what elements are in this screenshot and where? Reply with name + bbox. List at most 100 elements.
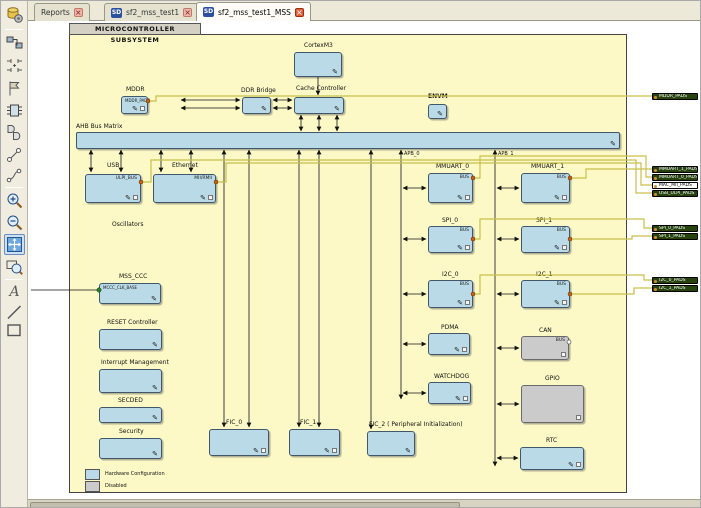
edit-icon[interactable]: ✎ <box>457 299 463 307</box>
block-reset-controller[interactable]: ✎ <box>99 329 162 350</box>
tab-label: sf2_mss_test1_MSS <box>218 8 291 17</box>
block-ethernet[interactable]: MII/RMII ✎ <box>153 174 216 203</box>
block-mddr[interactable]: MDDR_PADS ✎ <box>121 96 148 114</box>
label-apb0: APB_0 <box>404 151 420 157</box>
tab-label: Reports <box>41 8 70 17</box>
label-rtc: RTC <box>546 437 557 444</box>
edit-icon[interactable]: ✎ <box>568 461 574 469</box>
legend-disabled-swatch <box>85 481 100 492</box>
block-gpio[interactable] <box>521 385 584 423</box>
legend-hardware-swatch <box>85 469 100 480</box>
block-ddr-bridge[interactable]: ✎ <box>242 97 271 114</box>
block-watchdog[interactable]: ✎ <box>428 382 471 404</box>
module-pins-icon[interactable] <box>4 100 25 121</box>
config-indicator <box>465 245 470 250</box>
edit-icon[interactable]: ✎ <box>152 341 158 349</box>
config-indicator <box>465 195 470 200</box>
firmware-catalog-icon[interactable] <box>4 4 25 25</box>
block-cortexm3[interactable]: ✎ <box>294 52 342 77</box>
edit-icon[interactable]: ✎ <box>457 194 463 202</box>
pad-mac-mii[interactable]: MAC_MII_PADS <box>652 182 698 189</box>
pad-i2c1[interactable]: I2C_1_PADS <box>652 285 698 292</box>
connect-mode-icon[interactable] <box>4 55 25 76</box>
pad-spi0[interactable]: SPI_0_PADS <box>652 225 698 232</box>
edit-icon[interactable]: ✎ <box>253 447 259 455</box>
pad-i2c0[interactable]: I2C_0_PADS <box>652 277 698 284</box>
edit-icon[interactable]: ✎ <box>455 395 461 403</box>
edit-icon[interactable]: ✎ <box>610 140 616 148</box>
edit-icon[interactable]: ✎ <box>334 105 340 113</box>
pin-label: BUS <box>557 282 566 287</box>
block-fic2[interactable]: ✎ <box>367 431 415 456</box>
block-mss-ccc[interactable]: MCCC_CLK_BASE ✎ <box>99 283 161 304</box>
edit-icon[interactable]: ✎ <box>132 105 138 113</box>
add-component-icon[interactable] <box>4 32 25 53</box>
block-fic1[interactable]: ✎ <box>289 429 340 456</box>
block-cache-controller[interactable]: ✎ <box>294 97 344 114</box>
edit-icon[interactable]: ✎ <box>261 105 267 113</box>
block-can[interactable]: BUS <box>521 336 569 360</box>
text-tool-icon[interactable]: A <box>4 281 25 302</box>
zoom-in-icon[interactable] <box>4 190 25 211</box>
tab-sf2-mss-test1-mss[interactable]: SD sf2_mss_test1_MSS × <box>196 2 311 21</box>
pad-mmuart1[interactable]: MMUART_1_PADS <box>652 166 698 173</box>
block-spi0[interactable]: BUS ✎ <box>428 226 473 253</box>
tab-sf2-mss-test1[interactable]: SD sf2_mss_test1 × <box>104 3 199 21</box>
edit-icon[interactable]: ✎ <box>151 295 157 303</box>
block-i2c1[interactable]: BUS ✎ <box>521 280 570 308</box>
edit-icon[interactable]: ✎ <box>437 110 443 118</box>
block-usb[interactable]: ULPI_BUS ✎ <box>85 174 141 203</box>
block-envm[interactable]: ✎ <box>428 104 447 119</box>
block-fic0[interactable]: ✎ <box>209 429 269 456</box>
block-mmuart0[interactable]: BUS ✎ <box>428 173 473 203</box>
label-pdma: PDMA <box>441 324 459 331</box>
horizontal-scrollbar[interactable] <box>28 499 701 508</box>
edit-icon[interactable]: ✎ <box>554 244 560 252</box>
label-security: Security <box>119 428 144 435</box>
block-pdma[interactable]: ✎ <box>428 333 470 355</box>
pin-label: BUS <box>557 228 566 233</box>
scrollbar-thumb[interactable] <box>30 502 460 508</box>
edit-icon[interactable]: ✎ <box>125 194 131 202</box>
pad-usb-ulpi[interactable]: USB_ULPI_PADS <box>652 190 698 197</box>
pin-label: BUS <box>556 338 565 343</box>
zoom-fit-icon[interactable] <box>4 234 25 255</box>
close-icon[interactable]: × <box>74 8 83 17</box>
edit-icon[interactable]: ✎ <box>324 447 330 455</box>
edit-icon[interactable]: ✎ <box>332 68 338 76</box>
edit-icon[interactable]: ✎ <box>200 194 206 202</box>
block-spi1[interactable]: BUS ✎ <box>521 226 570 253</box>
zoom-out-icon[interactable] <box>4 212 25 233</box>
net-connect-icon[interactable] <box>4 145 25 166</box>
pad-spi1[interactable]: SPI_1_PADS <box>652 233 698 240</box>
label-cache: Cache Controller <box>296 85 346 92</box>
edit-icon[interactable]: ✎ <box>454 346 460 354</box>
label-fic2: FIC_2 ( Peripheral Initialization) <box>369 421 463 428</box>
edit-icon[interactable]: ✎ <box>457 244 463 252</box>
block-ahb-bus-matrix[interactable]: ✎ <box>76 132 620 149</box>
block-i2c0[interactable]: BUS ✎ <box>428 280 473 308</box>
close-icon[interactable]: × <box>295 8 304 17</box>
edit-icon[interactable]: ✎ <box>152 384 158 392</box>
block-rtc[interactable]: ✎ <box>520 447 584 470</box>
block-security[interactable]: ✎ <box>99 438 162 459</box>
block-secded[interactable]: ✎ <box>99 407 162 423</box>
promote-pin-icon[interactable] <box>4 78 25 99</box>
edit-icon[interactable]: ✎ <box>554 299 560 307</box>
block-mmuart1[interactable]: BUS ✎ <box>521 173 570 203</box>
logic-gates-icon[interactable] <box>4 122 25 143</box>
spline-connect-icon[interactable] <box>4 165 25 186</box>
pad-mddr[interactable]: MDDR_PADS <box>652 93 698 100</box>
rectangle-tool-icon[interactable] <box>4 320 25 341</box>
label-spi0: SPI_0 <box>442 217 458 224</box>
pad-mmuart0[interactable]: MMUART_0_PADS <box>652 174 698 181</box>
edit-icon[interactable]: ✎ <box>554 194 560 202</box>
edit-icon[interactable]: ✎ <box>152 450 158 458</box>
zoom-window-icon[interactable] <box>4 257 25 278</box>
edit-icon[interactable]: ✎ <box>152 414 158 422</box>
label-cortexm3: CortexM3 <box>304 42 333 49</box>
close-icon[interactable]: × <box>183 8 192 17</box>
edit-icon[interactable]: ✎ <box>405 447 411 455</box>
block-interrupt-management[interactable]: ✎ <box>99 369 162 393</box>
tab-reports[interactable]: Reports × <box>34 3 90 21</box>
